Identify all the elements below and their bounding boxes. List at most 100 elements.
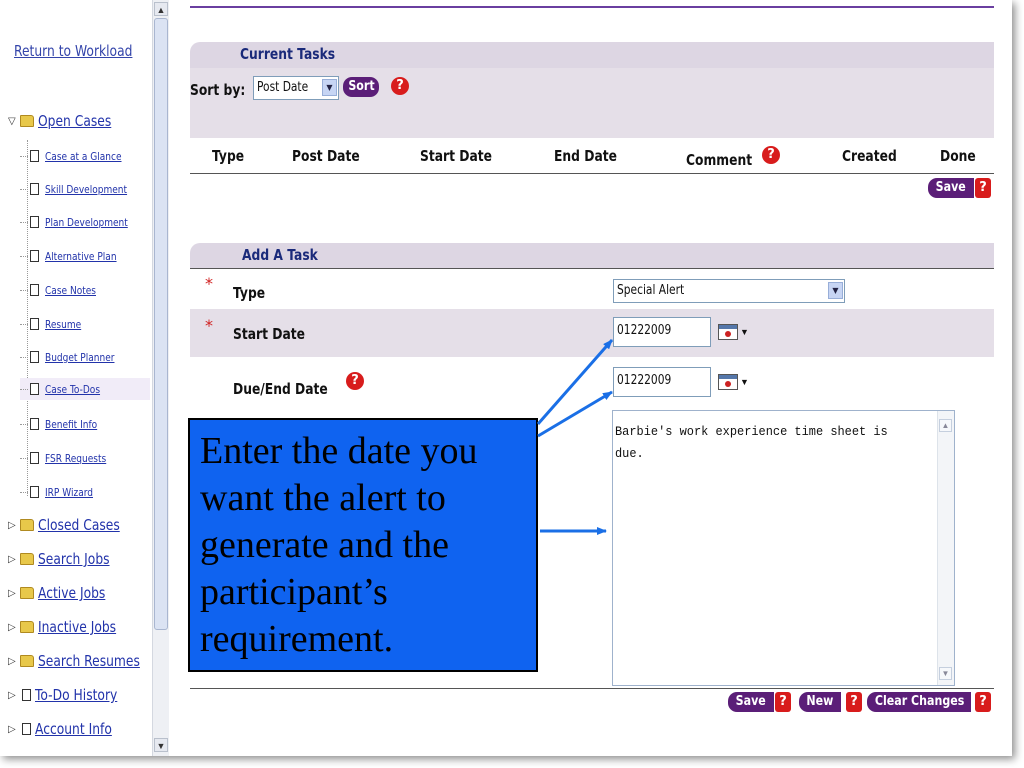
task-type-select[interactable]: Special Alert ▼ [613,279,845,303]
return-to-workload-link[interactable]: Return to Workload [14,42,132,60]
scroll-up-icon[interactable]: ▲ [939,419,952,432]
tree-item-label: Account Info [35,720,112,738]
sidebar-item-irp-wizard[interactable]: IRP Wizard [20,481,150,503]
sidebar-item-plan-development[interactable]: Plan Development [20,211,150,233]
document-icon [30,452,39,464]
start-date-row [190,309,994,357]
help-icon[interactable]: ? [846,692,862,712]
calendar-icon[interactable]: ▼ [718,321,752,343]
document-icon [30,150,39,162]
document-icon [30,183,39,195]
table-header-divider [190,173,994,174]
tree-item-closed-cases[interactable]: ▷ Closed Cases [8,514,138,536]
due-date-value: 01222009 [617,373,672,388]
instruction-callout: Enter the date you want the alert to gen… [188,418,538,672]
sidebar-item-label: Skill Development [45,182,128,196]
help-icon[interactable]: ? [975,178,991,198]
tree-item-open-cases[interactable]: ▽ Open Cases [8,110,127,132]
sort-select-value: Post Date [257,80,309,95]
tree-item-search-resumes[interactable]: ▷ Search Resumes [8,650,152,672]
help-icon[interactable]: ? [762,146,780,164]
sidebar-item-label: Case To-Dos [45,382,101,396]
help-icon[interactable]: ? [975,692,991,712]
sort-select[interactable]: Post Date ▼ [253,76,339,100]
help-icon[interactable]: ? [391,77,409,95]
help-icon[interactable]: ? [775,692,791,712]
sidebar-scrollbar[interactable]: ▲ ▼ [152,0,169,756]
chevron-down-icon[interactable]: ▼ [322,79,337,96]
triangle-right-icon[interactable]: ▷ [8,656,18,667]
sidebar-item-skill-development[interactable]: Skill Development [20,178,150,200]
help-icon[interactable]: ? [346,372,364,390]
triangle-right-icon[interactable]: ▷ [8,520,18,531]
column-header-created: Created [842,147,897,165]
sidebar-item-label: Resume [45,317,82,331]
start-date-label: Start Date [233,325,306,343]
callout-text: Enter the date you want the alert to gen… [200,430,478,660]
triangle-right-icon[interactable]: ▷ [8,724,18,735]
bottom-divider [190,688,994,689]
sidebar-item-case-at-a-glance[interactable]: Case at a Glance [20,145,150,167]
tree-item-label: Active Jobs [38,584,106,602]
scroll-down-icon[interactable]: ▼ [939,667,952,680]
due-date-label: Due/End Date [233,380,328,398]
sidebar-item-label: Case at a Glance [45,149,122,163]
tree-item-active-jobs[interactable]: ▷ Active Jobs [8,582,120,604]
tree-item-to-do-history[interactable]: ▷ To-Do History [8,684,135,706]
calendar-icon[interactable]: ▼ [718,371,752,393]
open-folder-icon [20,115,34,127]
tree-item-label: Closed Cases [38,516,120,534]
scrollbar-thumb[interactable] [154,18,168,630]
save-button-label: Save [735,694,767,709]
save-button[interactable]: Save [928,178,974,198]
folder-icon [20,553,34,565]
folder-icon [20,621,34,633]
document-icon [30,418,39,430]
sidebar-item-alternative-plan[interactable]: Alternative Plan [20,245,150,267]
sidebar-item-case-notes[interactable]: Case Notes [20,279,150,301]
start-date-value: 01222009 [617,323,672,338]
column-header-end-date: End Date [554,147,617,165]
new-task-button[interactable]: New [799,692,841,712]
scroll-up-icon[interactable]: ▲ [154,2,168,16]
sort-button[interactable]: Sort [343,77,379,97]
required-marker: * [205,316,213,335]
chevron-down-icon[interactable]: ▼ [828,282,843,299]
sidebar-item-benefit-info[interactable]: Benefit Info [20,413,150,435]
add-task-divider [190,268,994,269]
sidebar-item-label: Alternative Plan [45,249,117,263]
type-label: Type [233,284,266,302]
tree-item-search-jobs[interactable]: ▷ Search Jobs [8,548,125,570]
due-date-input[interactable]: 01222009 [613,367,711,397]
add-task-title: Add A Task [242,246,318,264]
save-task-button[interactable]: Save [728,692,774,712]
tree-item-label: Inactive Jobs [38,618,117,636]
tree-item-inactive-jobs[interactable]: ▷ Inactive Jobs [8,616,133,638]
scroll-down-icon[interactable]: ▼ [154,738,168,752]
start-date-input[interactable]: 01222009 [613,317,711,347]
triangle-down-icon[interactable]: ▽ [8,116,18,127]
sidebar-item-case-to-dos[interactable]: Case To-Dos [20,378,150,400]
comment-textarea[interactable]: Barbie's work experience time sheet is d… [612,410,955,686]
task-type-value: Special Alert [617,283,685,298]
tree-item-label: Open Cases [38,112,112,130]
sidebar-item-budget-planner[interactable]: Budget Planner [20,346,150,368]
folder-icon [20,655,34,667]
document-icon [22,689,31,701]
triangle-right-icon[interactable]: ▷ [8,554,18,565]
textarea-scrollbar[interactable]: ▲ ▼ [937,411,954,685]
sidebar-item-fsr-requests[interactable]: FSR Requests [20,447,150,469]
triangle-right-icon[interactable]: ▷ [8,690,18,701]
sort-button-label: Sort [347,79,375,94]
clear-changes-button[interactable]: Clear Changes [867,692,971,712]
save-button-label: Save [935,180,967,195]
tree-item-account-info[interactable]: ▷ Account Info [8,718,129,740]
arrow-to-due-date [537,390,613,438]
document-icon [30,250,39,262]
sidebar-item-resume[interactable]: Resume [20,313,150,335]
triangle-right-icon[interactable]: ▷ [8,622,18,633]
triangle-right-icon[interactable]: ▷ [8,588,18,599]
document-icon [30,216,39,228]
tree-item-label: Search Jobs [38,550,110,568]
column-header-start-date: Start Date [420,147,493,165]
